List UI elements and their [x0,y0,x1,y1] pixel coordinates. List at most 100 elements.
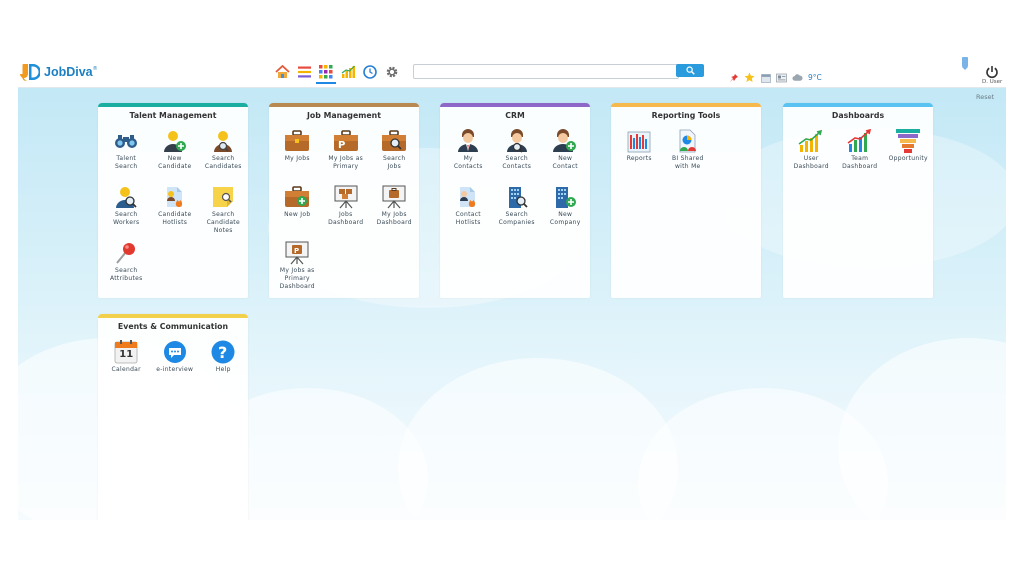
star-icon[interactable] [744,72,755,83]
report-chart-icon [626,129,652,153]
tile-label-line: Team [851,155,869,162]
tile-my-jobs-as-primary[interactable]: P My Jobs as Primary [322,129,371,185]
tile-label-line: Search [383,155,406,162]
panel-job-management: Job Management My Jobs P My Jobs as Prima… [269,103,419,298]
grid-apps-icon[interactable] [316,64,336,84]
user-name: D. User [982,79,1003,85]
tile-my-jobs-as-primary-dashboard[interactable]: P My Jobs as Primary Dashboard [273,241,322,297]
bar-chart-icon[interactable] [340,64,356,80]
tile-new-company[interactable]: New Company [541,185,590,241]
cloud-weather-icon [792,72,803,83]
tile-label-line: My Jobs as [328,155,364,162]
tile-label-line: Opportunity [888,155,928,162]
tile-bi-shared-with-me[interactable]: BI Shared with Me [664,129,713,185]
tile-opportunity[interactable]: Opportunity [884,129,933,185]
tile-talent-search[interactable]: Talent Search [102,129,151,185]
tile-user-dashboard[interactable]: User Dashboard [787,129,836,185]
clock-icon[interactable] [362,64,378,80]
tile-label-line: Candidate [158,162,192,170]
tile-label-line: New [167,155,182,162]
tile-calendar[interactable]: 11 Calendar [102,340,151,396]
contact-person-icon [455,129,481,153]
tile-label-line: Dashboard [376,218,412,226]
panel-accent-bar [269,103,419,107]
tile-team-dashboard[interactable]: Team Dashboard [836,129,885,185]
tile-label-line: Dashboard [793,162,829,170]
tile-label-line: Help [215,366,231,373]
power-logout-icon[interactable] [985,64,999,79]
svg-text:P: P [338,140,345,151]
tile-jobs-dashboard[interactable]: Jobs Dashboard [322,185,371,241]
home-icon[interactable] [274,64,290,80]
tile-new-job[interactable]: New Job [273,185,322,241]
tile-label-line: Candidate [206,218,240,226]
bi-share-icon [675,129,701,153]
tile-search-jobs[interactable]: Search Jobs [370,129,419,185]
logo-text: JobDiva [44,65,93,79]
tile-contact-hotlists[interactable]: Contact Hotlists [444,185,493,241]
tile-label-line: Jobs [387,162,402,170]
tile-reports[interactable]: Reports [615,129,664,185]
search-person-icon [210,129,236,153]
growth-chart-icon [798,129,824,153]
sticky-note-search-icon [210,185,236,209]
tile-search-workers[interactable]: Search Workers [102,185,151,241]
tile-label-line: My Jobs as [279,267,315,274]
list-icon[interactable] [296,64,312,80]
tile-help[interactable]: ? Help [199,340,248,396]
tile-search-contacts[interactable]: Search Contacts [493,129,542,185]
tile-search-candidates[interactable]: Search Candidates [199,129,248,185]
tile-search-companies[interactable]: Search Companies [493,185,542,241]
right-toolbar: 9°C [728,72,822,83]
tile-my-contacts[interactable]: My Contacts [444,129,493,185]
search-button[interactable] [676,64,704,77]
background-cloud [398,358,678,520]
news-icon[interactable] [776,72,787,83]
hotlist-icon [162,185,188,209]
tile-label-line: Search [212,155,235,162]
tile-label-line: with Me [674,162,701,170]
tile-new-contact[interactable]: New Contact [541,129,590,185]
tile-label-line: Dashboard [842,162,878,170]
panel-title: Dashboards [831,111,885,120]
tile-label-line: Primary [284,274,310,282]
tile-my-jobs-dashboard[interactable]: My Jobs Dashboard [370,185,419,241]
tile-label-line: Company [549,218,581,226]
notification-marker-icon[interactable] [962,57,968,70]
panel-accent-bar [783,103,933,107]
tile-search-candidate-notes[interactable]: Search Candidate Notes [199,185,248,241]
tile-label-line: Companies [498,218,535,226]
tile-new-candidate[interactable]: New Candidate [151,129,200,185]
easel-p-icon: P [284,241,310,265]
panel-reporting-tools: Reporting Tools Reports BI Shared with Me [611,103,761,298]
pin-icon[interactable] [728,72,739,83]
global-search-input[interactable] [413,64,679,79]
funnel-icon [895,129,921,153]
tile-label-line: Candidate [158,211,192,218]
panel-talent-management: Talent Management Talent Search New Candid… [98,103,248,298]
jd-logo-icon [20,64,40,81]
panel-title: Talent Management [129,111,217,120]
binoculars-icon [113,129,139,153]
reset-link[interactable]: Reset [976,93,994,101]
calendar-day-number: 11 [119,349,134,360]
tile-my-jobs[interactable]: My Jobs [273,129,322,185]
gear-icon[interactable] [384,64,400,80]
panel-events-communication: Events & Communication 11 Calendar e-int… [98,314,248,520]
tile-label-line: Notes [213,226,233,234]
jobdiva-logo[interactable]: JobDiva ® [20,62,98,82]
tile-e-interview[interactable]: e-interview [151,340,200,396]
calendar-small-icon[interactable] [760,72,771,83]
tile-label-line: e-interview [156,366,194,373]
easel-icon [333,185,359,209]
panel-title: Events & Communication [117,322,229,331]
svg-text:?: ? [218,343,227,362]
tile-label-line: Hotlists [162,218,188,226]
building-add-icon [552,185,578,209]
tile-search-attributes[interactable]: Search Attributes [102,241,151,297]
panel-accent-bar [440,103,590,107]
briefcase-search-icon [381,129,407,153]
tile-candidate-hotlists[interactable]: Candidate Hotlists [151,185,200,241]
top-bar: JobDiva ® 9°C D. User [18,56,1006,88]
help-icon: ? [210,340,236,364]
